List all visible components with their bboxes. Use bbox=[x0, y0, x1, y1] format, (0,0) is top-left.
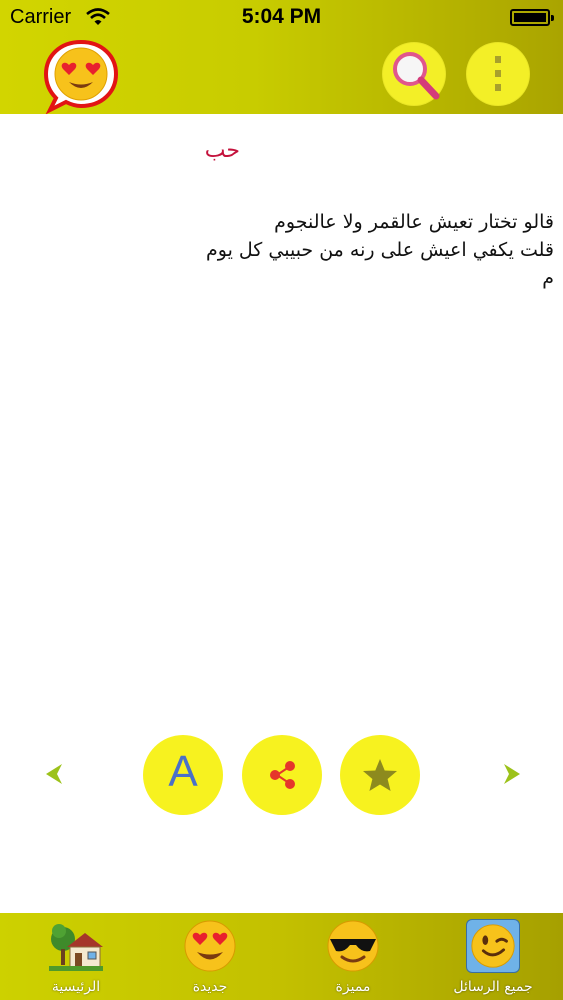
message-body: قالو تختار تعيش عالقمر ولا عالنجوم قلت ي… bbox=[206, 211, 554, 289]
tab-home[interactable]: الرئيسية bbox=[16, 913, 136, 1000]
favorite-button[interactable] bbox=[340, 735, 420, 815]
sunglasses-emoji-icon bbox=[327, 920, 379, 972]
vertical-dots-icon bbox=[495, 56, 501, 91]
previous-message-button[interactable] bbox=[42, 762, 66, 786]
tab-featured[interactable]: مميزة bbox=[293, 913, 413, 1000]
tab-bar: الرئيسية جديدة مميزة جميع الرسائل bbox=[0, 913, 563, 1000]
battery-icon bbox=[510, 9, 554, 26]
heart-eyes-chat-icon[interactable] bbox=[42, 38, 120, 114]
more-menu-button[interactable] bbox=[466, 42, 530, 106]
app-header: Carrier 5:04 PM bbox=[0, 0, 563, 114]
tab-all-messages-label: جميع الرسائل bbox=[453, 979, 533, 995]
tab-all-messages[interactable]: جميع الرسائل bbox=[433, 913, 553, 1000]
house-icon bbox=[49, 924, 103, 971]
message-title: حب bbox=[204, 138, 240, 163]
search-button[interactable] bbox=[382, 42, 446, 106]
tab-new[interactable]: جديدة bbox=[150, 913, 270, 1000]
tab-home-label: الرئيسية bbox=[51, 979, 101, 995]
font-size-label: A bbox=[168, 747, 198, 796]
star-icon bbox=[363, 759, 397, 791]
wink-emoji-icon bbox=[466, 919, 520, 973]
clock: 5:04 PM bbox=[241, 5, 322, 28]
share-button[interactable] bbox=[242, 735, 322, 815]
share-icon bbox=[270, 761, 295, 789]
status-bar: Carrier 5:04 PM bbox=[0, 0, 563, 36]
tab-new-label: جديدة bbox=[192, 979, 228, 995]
tab-featured-label: مميزة bbox=[335, 979, 371, 995]
font-size-button[interactable]: A bbox=[143, 735, 223, 815]
magnifier-icon bbox=[393, 52, 440, 100]
heart-eyes-emoji-icon bbox=[184, 920, 236, 972]
next-message-button[interactable] bbox=[500, 762, 524, 786]
